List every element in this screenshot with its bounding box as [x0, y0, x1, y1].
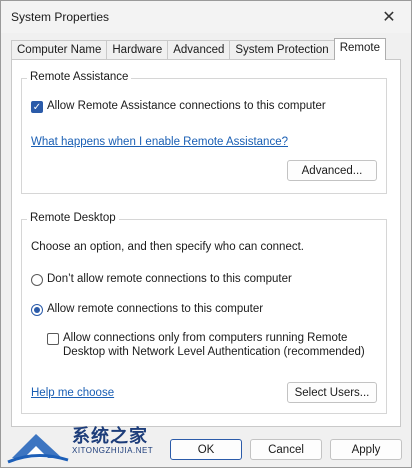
allow-remote-assistance-label[interactable]: Allow Remote Assistance connections to t…: [47, 100, 326, 112]
window-title: System Properties: [11, 10, 110, 24]
tab-hardware[interactable]: Hardware: [106, 40, 169, 59]
remote-assistance-legend: Remote Assistance: [27, 71, 132, 83]
nla-checkbox[interactable]: [47, 333, 59, 345]
remote-desktop-legend: Remote Desktop: [27, 212, 119, 224]
watermark-title: 系统之家: [72, 426, 148, 446]
checkmark-icon: ✓: [32, 102, 42, 113]
allow-remote-radio[interactable]: [31, 304, 43, 316]
allow-remote-assistance-checkbox[interactable]: ✓: [31, 101, 43, 113]
system-properties-dialog: System Properties ✕ Computer Name Hardwa…: [0, 0, 412, 468]
remote-tab-panel: Remote Assistance ✓ Allow Remote Assista…: [11, 59, 401, 427]
remote-desktop-instruction: Choose an option, and then specify who c…: [31, 241, 304, 253]
remote-desktop-group: Remote Desktop Choose an option, and the…: [21, 212, 387, 414]
select-users-button[interactable]: Select Users...: [287, 382, 377, 403]
apply-button[interactable]: Apply: [330, 439, 402, 460]
tab-computer-name[interactable]: Computer Name: [11, 40, 108, 59]
advanced-button[interactable]: Advanced...: [287, 160, 377, 181]
dont-allow-remote-label[interactable]: Don’t allow remote connections to this c…: [47, 273, 292, 285]
help-me-choose-link[interactable]: Help me choose: [31, 387, 114, 399]
watermark-subtitle: XITONGZHIJIA.NET: [72, 446, 154, 455]
tab-strip: Computer Name Hardware Advanced System P…: [11, 38, 386, 60]
allow-remote-label[interactable]: Allow remote connections to this compute…: [47, 303, 263, 315]
title-bar: System Properties ✕: [1, 1, 411, 33]
close-button[interactable]: ✕: [367, 1, 411, 33]
cancel-button[interactable]: Cancel: [250, 439, 322, 460]
remote-assistance-help-link[interactable]: What happens when I enable Remote Assist…: [31, 136, 288, 148]
tab-system-protection[interactable]: System Protection: [229, 40, 335, 59]
tab-advanced[interactable]: Advanced: [167, 40, 231, 59]
dont-allow-remote-radio[interactable]: [31, 274, 43, 286]
tab-remote[interactable]: Remote: [333, 38, 386, 60]
nla-label-line1[interactable]: Allow connections only from computers ru…: [63, 332, 347, 344]
ok-button[interactable]: OK: [170, 439, 242, 460]
remote-assistance-group: Remote Assistance ✓ Allow Remote Assista…: [21, 71, 387, 194]
nla-label-line2[interactable]: Desktop with Network Level Authenticatio…: [63, 346, 365, 358]
close-icon: ✕: [382, 9, 396, 26]
